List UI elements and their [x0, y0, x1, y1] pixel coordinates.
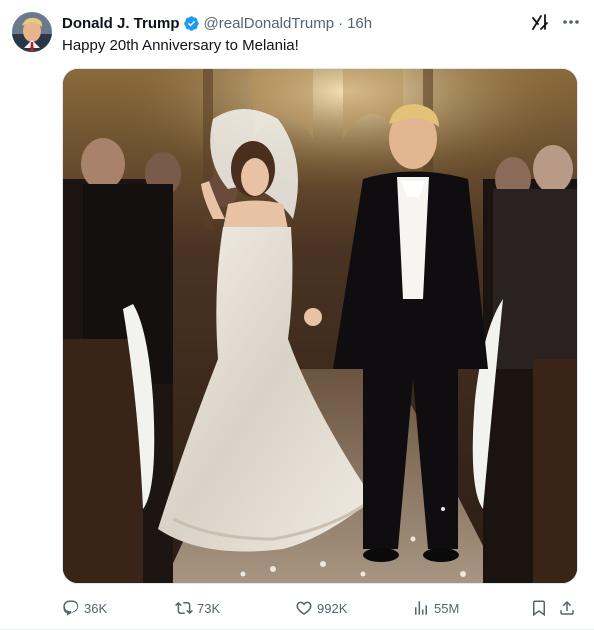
tweet-media[interactable]: [62, 68, 578, 584]
repost-count: 73K: [197, 600, 221, 616]
tweet-header: Donald J. Trump @realDonaldTrump · 16h: [62, 13, 372, 33]
like-count: 992K: [317, 600, 348, 616]
tweet-timestamp[interactable]: 16h: [347, 15, 372, 32]
share-icon: [560, 600, 574, 615]
more-options-icon[interactable]: [560, 12, 582, 32]
reply-button[interactable]: 36K: [62, 596, 107, 620]
share-button[interactable]: [558, 596, 580, 620]
verified-badge-icon: [183, 15, 200, 32]
heart-icon: [296, 601, 312, 615]
grok-icon[interactable]: [530, 12, 550, 32]
separator-dot: ·: [338, 14, 344, 32]
tweet-action-bar: 36K 73K 992K 55M: [62, 596, 582, 620]
repost-icon: [175, 601, 193, 615]
like-button[interactable]: 992K: [295, 596, 347, 620]
tweet-text: Happy 20th Anniversary to Melania!: [62, 37, 299, 54]
views-button[interactable]: 55M: [412, 596, 459, 620]
profile-avatar[interactable]: [12, 12, 52, 52]
bookmark-button[interactable]: [530, 596, 552, 620]
author-name[interactable]: Donald J. Trump: [62, 15, 180, 32]
reply-count: 36K: [84, 600, 108, 616]
author-handle[interactable]: @realDonaldTrump: [204, 15, 335, 32]
tweet-card[interactable]: Donald J. Trump @realDonaldTrump · 16h H…: [0, 0, 594, 630]
views-chart-icon: [415, 601, 427, 615]
wedding-photo: [63, 69, 577, 583]
views-count: 55M: [434, 600, 460, 616]
repost-button[interactable]: 73K: [175, 596, 220, 620]
reply-icon: [63, 600, 79, 616]
bookmark-icon: [533, 600, 545, 617]
